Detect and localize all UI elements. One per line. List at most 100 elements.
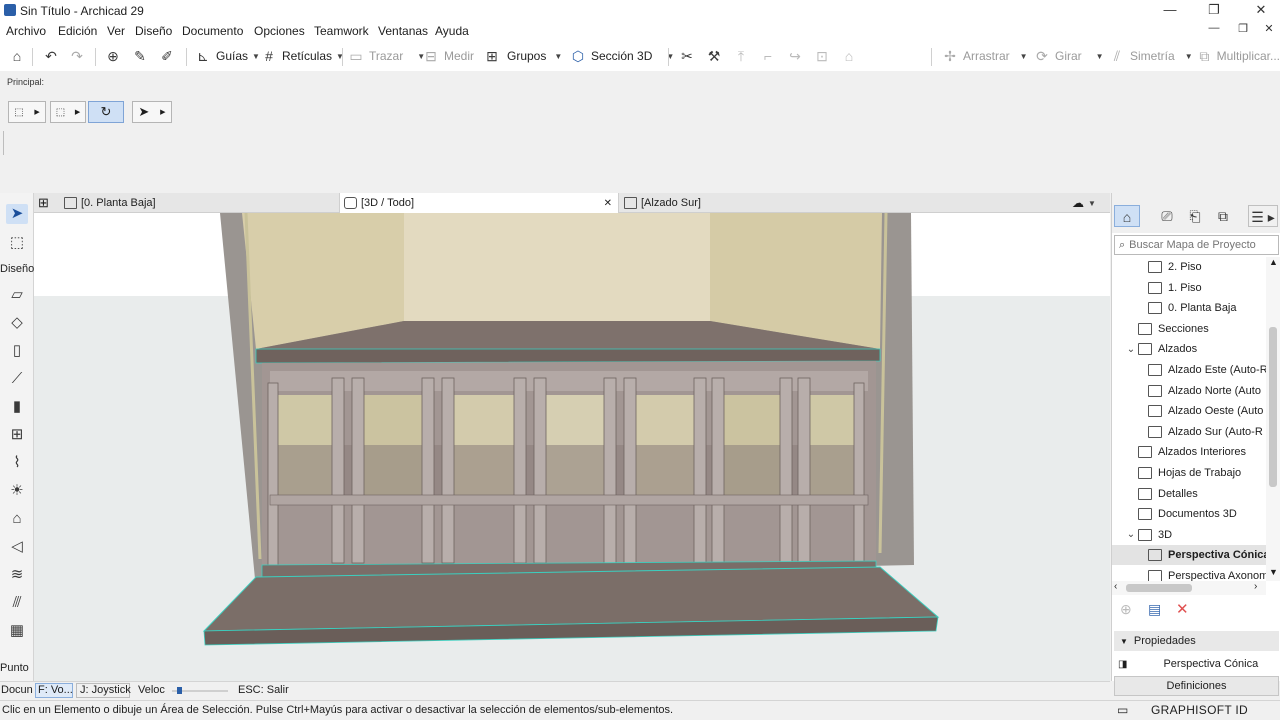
tree-item[interactable]: 2. Piso <box>1112 257 1266 277</box>
publisher-sets-tab[interactable]: ⧉ <box>1210 205 1236 227</box>
tree-item[interactable]: Alzado Norte (Auto <box>1112 381 1266 401</box>
arrastrar-button[interactable]: ✢ Arrastrar ▼ <box>941 46 1027 66</box>
lamp-tool[interactable]: ☀ <box>6 481 28 501</box>
menu-teamwork[interactable]: Teamwork <box>314 24 369 38</box>
close-button[interactable]: ✕ <box>1246 2 1276 18</box>
scroll-right-icon[interactable]: › <box>1254 581 1257 592</box>
trazar-button[interactable]: ▭ Trazar ▼ <box>347 46 425 66</box>
simetria-button[interactable]: ⫽ Simetría ▼ <box>1108 46 1193 66</box>
medir-button[interactable]: ⊟ Medir <box>422 46 474 66</box>
expand-chevron-icon[interactable]: ⌄ <box>1124 344 1138 355</box>
reticulas-button[interactable]: # Retículas ▼ <box>260 46 344 66</box>
fly-mode-button[interactable]: F: Vo... <box>35 683 73 698</box>
tree-item[interactable]: Perspectiva Cónica <box>1112 545 1266 566</box>
doc-minimize-button[interactable]: — <box>1199 22 1229 34</box>
offset-button[interactable]: ⤒ <box>732 46 750 66</box>
doc-close-button[interactable]: ✕ <box>1254 22 1280 35</box>
tree-item[interactable]: Detalles <box>1112 484 1266 504</box>
menu-diseno[interactable]: Diseño <box>135 24 172 38</box>
delete-icon[interactable]: ✕ <box>1176 600 1189 618</box>
search-input[interactable] <box>1129 239 1270 251</box>
multiplicar-button[interactable]: ⧉ Multiplicar... <box>1196 46 1280 66</box>
restore-button[interactable]: ❐ <box>1199 2 1229 18</box>
adjust-button[interactable]: ⚒ <box>705 46 723 66</box>
tab-alzado-sur[interactable]: [Alzado Sur] <box>620 193 900 213</box>
navigator-menu-button[interactable]: ☰ ▸ <box>1248 205 1278 227</box>
guias-button[interactable]: ⊾ Guías ▼ <box>194 46 260 66</box>
tree-item[interactable]: Secciones <box>1112 319 1266 339</box>
tree-item[interactable]: Alzado Este (Auto-R <box>1112 360 1266 380</box>
3d-viewport[interactable] <box>34 213 1110 681</box>
menu-opciones[interactable]: Opciones <box>254 24 305 38</box>
speed-slider-thumb[interactable] <box>177 687 182 694</box>
door-tool[interactable]: ▮ <box>6 397 28 417</box>
view-options-dropdown[interactable]: ☁ ▼ <box>1068 193 1110 213</box>
toolbox-group-diseno[interactable]: Diseño <box>0 263 34 275</box>
selection-method-button[interactable]: ⬚ ▶ <box>8 101 46 123</box>
hscroll-thumb[interactable] <box>1126 584 1192 592</box>
tree-item[interactable]: ⌄ Alzados <box>1112 339 1266 359</box>
joystick-mode-button[interactable]: J: Joystick <box>76 683 131 698</box>
explode-button[interactable]: ⌂ <box>840 46 858 66</box>
toolbox-group-punto[interactable]: Punto <box>0 662 34 674</box>
window-tool[interactable]: ⊞ <box>6 425 28 445</box>
scroll-down-icon[interactable]: ▼ <box>1269 567 1278 577</box>
beam-tool[interactable]: ⟋ <box>6 369 28 389</box>
tree-item[interactable]: Documentos 3D <box>1112 504 1266 524</box>
redo-button[interactable]: ↷ <box>68 46 86 66</box>
roof-tool[interactable]: ⌂ <box>6 509 28 529</box>
shell-tool[interactable]: ◁ <box>6 537 28 557</box>
tree-item[interactable]: ⌄ 3D <box>1112 525 1266 545</box>
tree-item[interactable]: Alzado Oeste (Auto <box>1112 401 1266 421</box>
orbit-mode-button[interactable]: ↻ <box>88 101 124 123</box>
split-button[interactable]: ✂ <box>678 46 696 66</box>
layout-book-tab[interactable]: ⎗ <box>1182 205 1208 227</box>
menu-ver[interactable]: Ver <box>107 24 125 38</box>
tree-vertical-scrollbar[interactable]: ▲ ▼ <box>1266 257 1280 581</box>
undo-button[interactable]: ↶ <box>42 46 60 66</box>
slab-tool[interactable]: ◇ <box>6 313 28 333</box>
graphisoft-id-link[interactable]: GRAPHISOFT ID <box>1151 703 1248 717</box>
tab-planta-baja[interactable]: [0. Planta Baja] <box>60 193 340 213</box>
curtain-wall-tool[interactable]: ▦ <box>6 621 28 641</box>
tree-item[interactable]: Hojas de Trabajo <box>1112 463 1266 483</box>
scroll-thumb[interactable] <box>1269 327 1277 487</box>
girar-button[interactable]: ⟳ Girar ▼ <box>1033 46 1103 66</box>
scroll-left-icon[interactable]: ‹ <box>1114 581 1117 592</box>
marquee-mode-button[interactable]: ⬚ ▶ <box>50 101 86 123</box>
view-settings-icon[interactable]: ▤ <box>1148 601 1161 618</box>
menu-archivo[interactable]: Archivo <box>6 24 46 38</box>
stair-tool[interactable]: ⌇ <box>6 453 28 473</box>
seccion-3d-button[interactable]: ⬡ Sección 3D ▼ <box>569 46 674 66</box>
minimize-button[interactable]: — <box>1155 2 1185 17</box>
resize-button[interactable]: ⊡ <box>813 46 831 66</box>
tree-item[interactable]: 0. Planta Baja <box>1112 298 1266 318</box>
wall-tool[interactable]: ▱ <box>6 285 28 305</box>
scroll-up-icon[interactable]: ▲ <box>1269 257 1278 267</box>
tab-3d-todo[interactable]: [3D / Todo] ✕ <box>339 193 619 213</box>
menu-ayuda[interactable]: Ayuda <box>435 24 469 38</box>
pointer-mode-button[interactable]: ➤ ▶ <box>132 101 172 123</box>
project-map-search[interactable]: ⌕ <box>1114 235 1279 255</box>
tree-horizontal-scrollbar[interactable]: ‹ › <box>1112 581 1266 595</box>
home-button[interactable]: ⌂ <box>8 46 26 66</box>
properties-header[interactable]: ▼ Propiedades <box>1114 631 1279 651</box>
fillet-button[interactable]: ⌐ <box>759 46 777 66</box>
menu-documento[interactable]: Documento <box>182 24 243 38</box>
column-tool[interactable]: ▯ <box>6 341 28 361</box>
definiciones-button[interactable]: Definiciones <box>1114 676 1279 696</box>
screen-icon[interactable]: ▭ <box>1117 703 1128 717</box>
expand-chevron-icon[interactable]: ⌄ <box>1124 529 1138 540</box>
menu-edicion[interactable]: Edición <box>58 24 97 38</box>
mesh-tool[interactable]: ≋ <box>6 565 28 585</box>
inject-parameters-button[interactable]: ✐ <box>158 46 176 66</box>
tree-item[interactable]: Alzado Sur (Auto-R <box>1112 422 1266 442</box>
curve-button[interactable]: ↪ <box>786 46 804 66</box>
arrow-tool[interactable]: ➤ <box>6 204 28 224</box>
menu-ventanas[interactable]: Ventanas <box>378 24 428 38</box>
tab-close-icon[interactable]: ✕ <box>604 198 612 209</box>
add-view-icon[interactable]: ⊕ <box>1120 601 1132 618</box>
view-map-tab[interactable]: ⎚ <box>1154 205 1180 227</box>
project-map-tab[interactable]: ⌂ <box>1114 205 1140 227</box>
speed-slider-track[interactable] <box>172 687 228 694</box>
